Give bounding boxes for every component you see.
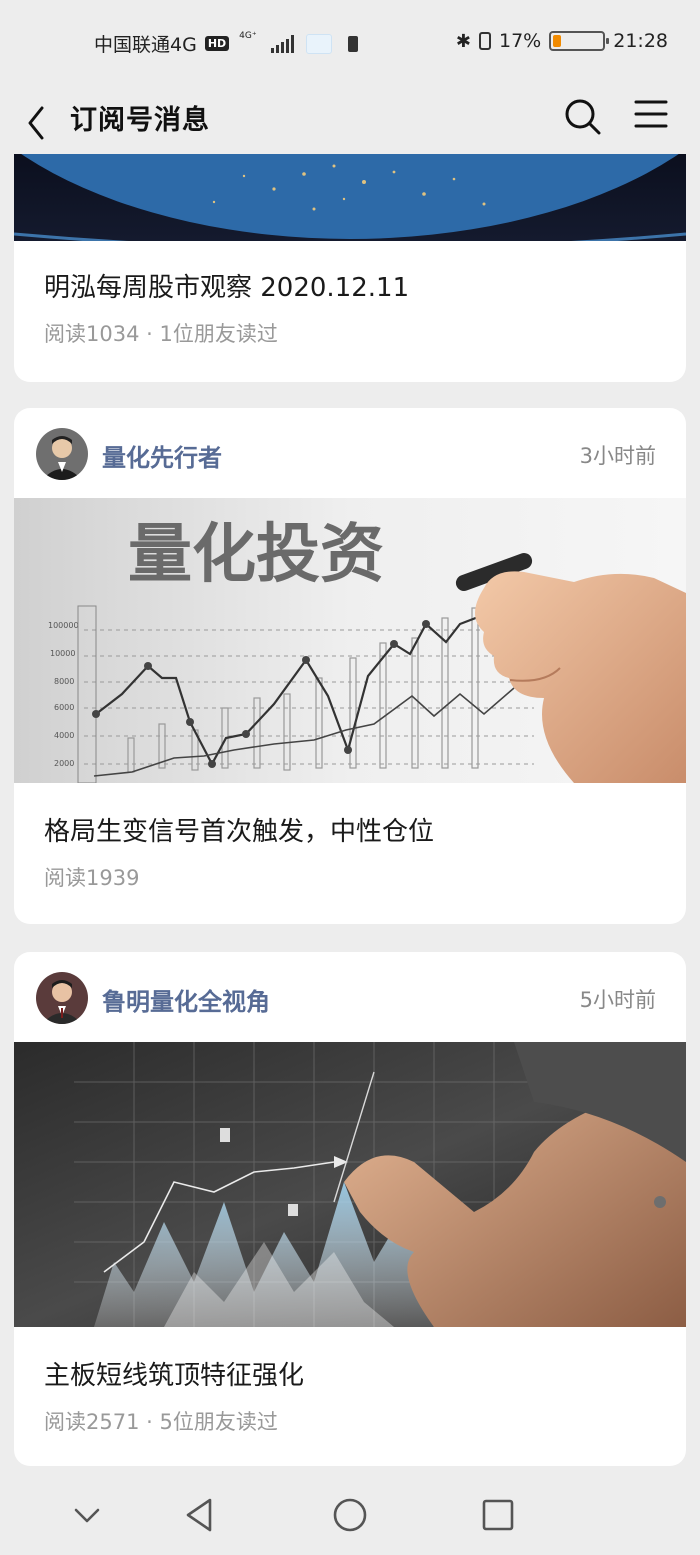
cover-headline: 量化投资	[128, 518, 384, 592]
post-time: 5小时前	[579, 988, 656, 1012]
system-home-button[interactable]	[325, 1490, 375, 1540]
system-recents-button[interactable]	[473, 1490, 523, 1540]
avatar[interactable]	[36, 428, 88, 480]
article-title[interactable]: 格局生变信号首次触发，中性仓位	[44, 811, 434, 848]
nav-bar: 订阅号消息	[0, 84, 700, 154]
article-card-3[interactable]: 鲁明量化全视角 5小时前 主板短线筑顶特征强化 阅读2571 · 5位朋友读过	[14, 952, 686, 1466]
article-title[interactable]: 主板短线筑顶特征强化	[44, 1355, 304, 1392]
axis-tick-label: 4000	[54, 731, 74, 740]
author-name[interactable]: 量化先行者	[102, 438, 222, 473]
system-nav-bar	[0, 1470, 700, 1555]
signal-icon	[270, 34, 294, 53]
quant-chart-cover-graphic: 量化投资 100000 10000 8000 6000 4000 2000	[14, 498, 686, 783]
recents-square-icon	[482, 1499, 514, 1531]
finance-touch-cover-graphic	[14, 1042, 686, 1327]
menu-icon	[634, 100, 668, 128]
author-name[interactable]: 鲁明量化全视角	[102, 982, 270, 1017]
system-back-button[interactable]	[176, 1490, 226, 1540]
network-type-label: 4G⁺	[239, 30, 257, 41]
page-title: 订阅号消息	[70, 105, 210, 136]
axis-tick-label: 6000	[54, 703, 74, 712]
battery-fill	[553, 35, 562, 47]
article-card-1[interactable]: 明泓每周股市观察 2020.12.11 阅读1034 · 1位朋友读过	[14, 154, 686, 382]
status-right: ✱ 17% 21:28	[456, 30, 668, 52]
axis-tick-label: 2000	[54, 759, 74, 768]
menu-button[interactable]	[628, 94, 674, 140]
bluetooth-icon: ✱	[455, 30, 471, 52]
card-header: 鲁明量化全视角 5小时前	[14, 952, 686, 1042]
battery-percent: 17%	[499, 30, 542, 52]
hd-badge: HD	[204, 36, 230, 51]
back-triangle-icon	[186, 1498, 212, 1532]
chevron-left-icon	[28, 106, 44, 140]
vibrate-icon	[479, 32, 491, 50]
axis-tick-label: 10000	[50, 649, 75, 658]
sim-icon	[347, 35, 358, 52]
author-avatar-icon	[36, 428, 88, 480]
article-title[interactable]: 明泓每周股市观察 2020.12.11	[44, 267, 409, 304]
post-time: 3小时前	[579, 444, 656, 468]
article-meta: 阅读1034 · 1位朋友读过	[44, 322, 278, 346]
article-cover-image[interactable]	[14, 1042, 686, 1327]
article-cover-image[interactable]: 量化投资 100000 10000 8000 6000 4000 2000	[14, 498, 686, 783]
author-avatar-icon	[36, 972, 88, 1024]
collapse-button[interactable]	[62, 1490, 112, 1540]
search-button[interactable]	[560, 94, 606, 140]
status-left: 中国联通4G HD 4G⁺	[94, 30, 358, 57]
axis-tick-label: 8000	[54, 677, 74, 686]
earth-cover-graphic	[14, 154, 686, 241]
card-header: 量化先行者 3小时前	[14, 408, 686, 498]
app-notification-icon	[305, 33, 332, 54]
article-cover-image[interactable]	[14, 154, 686, 241]
article-meta: 阅读1939	[44, 866, 140, 890]
article-meta: 阅读2571 · 5位朋友读过	[44, 1410, 278, 1434]
battery-icon	[549, 31, 610, 51]
chevron-down-icon	[74, 1508, 100, 1523]
article-card-2[interactable]: 量化先行者 3小时前 量化投资 100000 10000 8000 6000 4…	[14, 408, 686, 924]
carrier-label: 中国联通4G	[94, 34, 197, 56]
axis-tick-label: 100000	[48, 621, 79, 630]
clock: 21:28	[613, 30, 668, 52]
search-icon	[565, 99, 601, 135]
avatar[interactable]	[36, 972, 88, 1024]
status-bar: 中国联通4G HD 4G⁺ ✱ 17% 21:28	[0, 0, 700, 84]
back-button[interactable]	[18, 96, 58, 142]
home-circle-icon	[333, 1498, 367, 1532]
